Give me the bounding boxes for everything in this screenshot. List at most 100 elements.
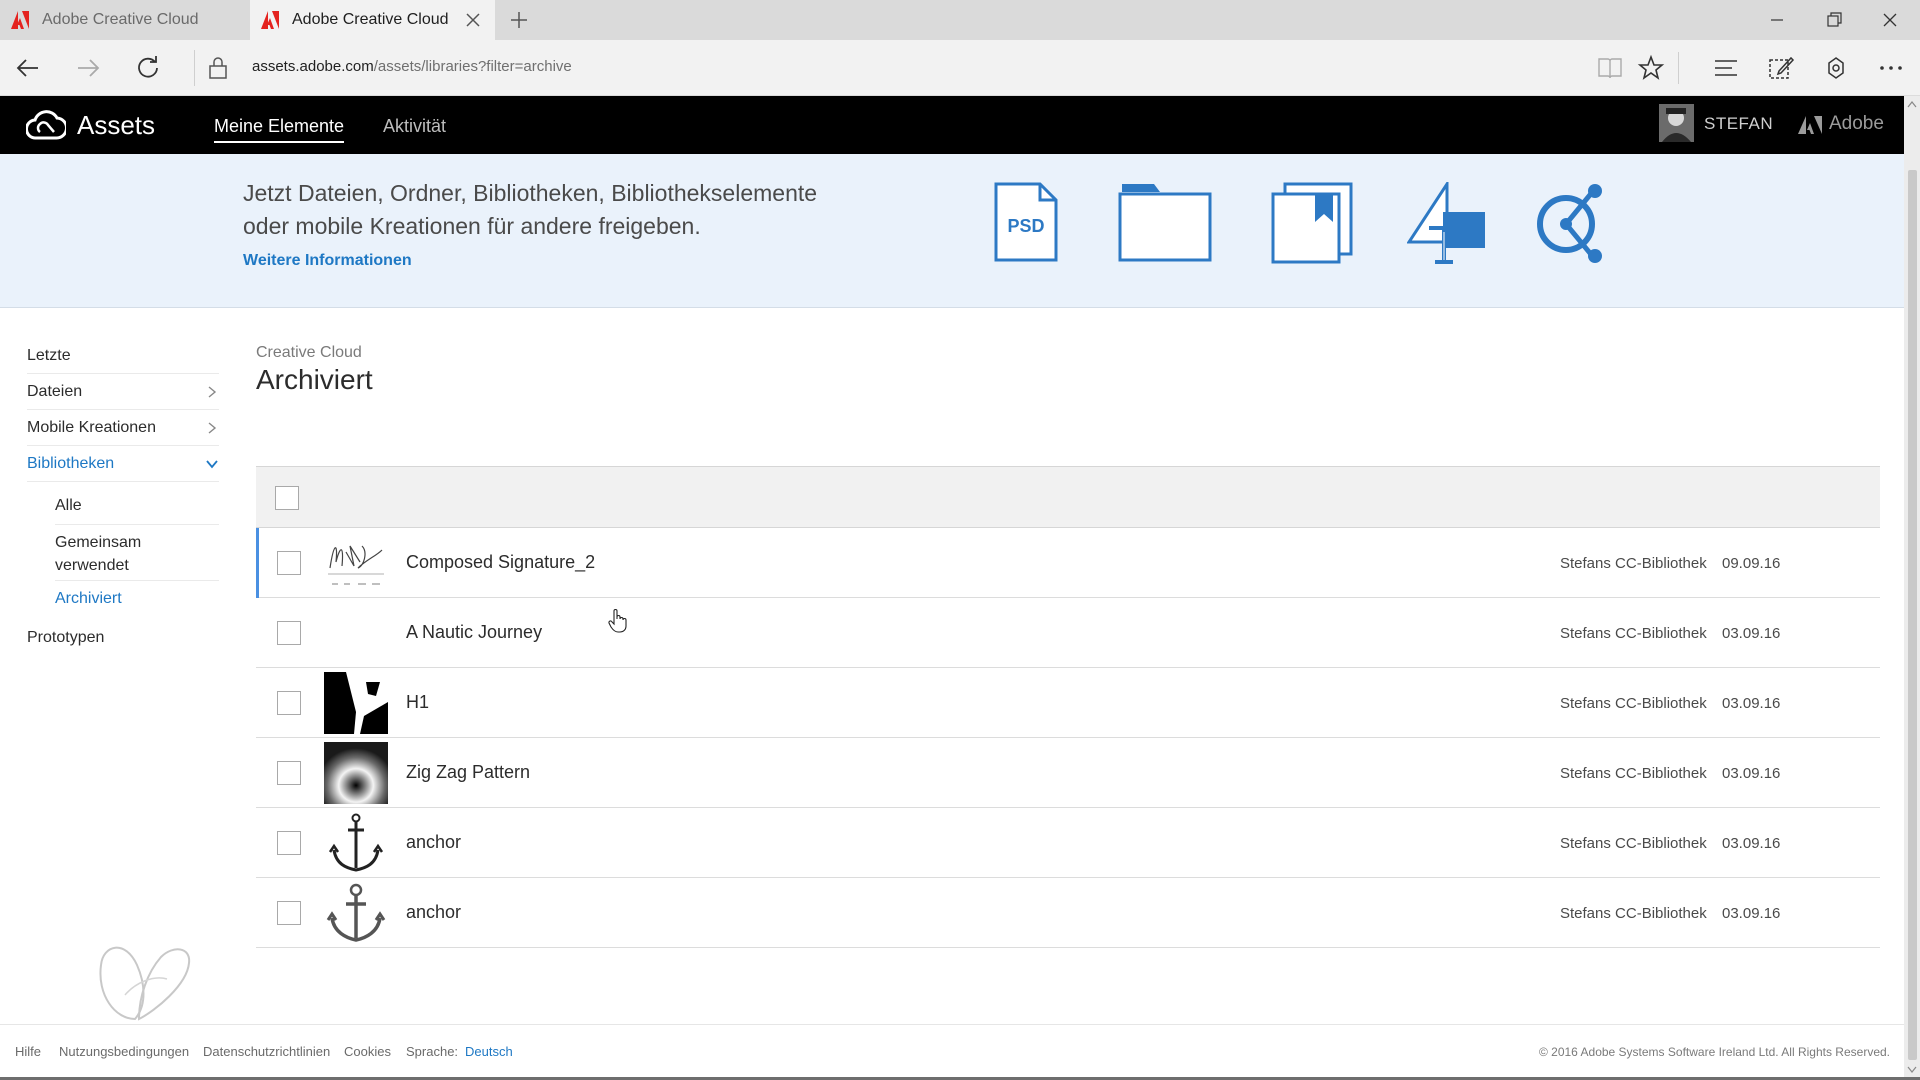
window-close-icon[interactable] <box>1878 8 1902 32</box>
nav-aktivitat[interactable]: Aktivität <box>383 116 446 137</box>
close-icon[interactable] <box>463 10 483 30</box>
footer-link-hilfe[interactable]: Hilfe <box>15 1044 41 1059</box>
row-library: Stefans CC-Bibliothek <box>1560 835 1707 852</box>
butterfly-decoration-icon <box>99 946 191 1021</box>
more-info-link[interactable]: Weitere Informationen <box>243 252 412 270</box>
url-field[interactable]: assets.adobe.com/assets/libraries?filter… <box>252 58 572 75</box>
row-date: 03.09.16 <box>1722 765 1781 782</box>
creative-cloud-logo-icon[interactable] <box>26 108 66 142</box>
table-header <box>256 466 1880 528</box>
table-row[interactable]: A Nautic Journey Stefans CC-Bibliothek 0… <box>256 598 1880 668</box>
h1-thumbnail <box>324 672 388 734</box>
nav-meine-elemente[interactable]: Meine Elemente <box>214 116 345 143</box>
new-tab-icon[interactable] <box>508 9 530 31</box>
adobe-brand-text: Adobe <box>1829 113 1884 134</box>
minimize-icon[interactable] <box>1765 8 1789 32</box>
row-library: Stefans CC-Bibliothek <box>1560 765 1707 782</box>
language-selector[interactable]: Deutsch <box>465 1044 513 1059</box>
divider <box>1678 52 1679 84</box>
url-path: /assets/libraries?filter=archive <box>373 58 572 75</box>
language-label: Sprache: <box>406 1044 459 1059</box>
sidebar-item-label: Letzte <box>27 346 71 364</box>
sidebar-item-dateien[interactable]: Dateien <box>27 374 219 410</box>
promo-text-line1: Jetzt Dateien, Ordner, Bibliotheken, Bib… <box>243 180 818 206</box>
more-icon[interactable] <box>1877 54 1905 82</box>
sidebar-item-label: Dateien <box>27 382 83 400</box>
chevron-down-icon <box>206 460 218 469</box>
sidebar-subitem-gemeinsam-verwendet[interactable]: Gemeinsam verwendet <box>55 531 219 581</box>
row-checkbox[interactable] <box>277 621 301 645</box>
adobe-logo-icon <box>11 11 29 29</box>
anchor-icon <box>324 882 388 944</box>
refresh-icon[interactable] <box>134 54 162 82</box>
lock-icon[interactable] <box>207 56 229 80</box>
browser-tab[interactable]: Adobe Creative Cloud <box>0 0 250 40</box>
app-title[interactable]: Assets <box>77 110 155 141</box>
sidebar-subitem-alle[interactable]: Alle <box>55 489 219 525</box>
footer-link-nutzungsbedingungen[interactable]: Nutzungsbedingungen <box>59 1044 189 1059</box>
sidebar-item-label: Mobile Kreationen <box>27 418 156 436</box>
row-date: 09.09.16 <box>1722 555 1781 572</box>
row-name[interactable]: Composed Signature_2 <box>406 552 595 573</box>
back-arrow-icon[interactable] <box>14 54 42 82</box>
hand-cursor-icon <box>608 609 627 633</box>
psd-file-icon: PSD <box>994 182 1058 262</box>
footer-link-datenschutz[interactable]: Datenschutzrichtlinien <box>203 1044 330 1059</box>
web-note-icon[interactable] <box>1767 54 1795 82</box>
row-library: Stefans CC-Bibliothek <box>1560 625 1707 642</box>
row-name[interactable]: A Nautic Journey <box>406 622 542 643</box>
row-library: Stefans CC-Bibliothek <box>1560 905 1707 922</box>
row-library: Stefans CC-Bibliothek <box>1560 555 1707 572</box>
sidebar-item-prototypen[interactable]: Prototypen <box>27 620 219 656</box>
row-name[interactable]: Zig Zag Pattern <box>406 762 530 783</box>
chevron-right-icon <box>208 422 217 434</box>
copyright-text: © 2016 Adobe Systems Software Ireland Lt… <box>1538 1045 1890 1059</box>
footer-link-cookies[interactable]: Cookies <box>344 1044 391 1059</box>
row-date: 03.09.16 <box>1722 905 1781 922</box>
row-library: Stefans CC-Bibliothek <box>1560 695 1707 712</box>
table-row[interactable]: anchor Stefans CC-Bibliothek 03.09.16 <box>256 878 1880 948</box>
library-element-icon <box>1407 182 1485 264</box>
user-avatar-icon <box>1659 104 1694 142</box>
select-all-checkbox[interactable] <box>275 486 299 510</box>
scroll-up-icon[interactable] <box>1907 100 1917 108</box>
browser-tab-active[interactable]: Adobe Creative Cloud <box>250 0 495 40</box>
signature-thumbnail <box>324 532 388 594</box>
divider <box>194 50 195 86</box>
restore-icon[interactable] <box>1822 8 1846 32</box>
sidebar-item-letzte[interactable]: Letzte <box>27 338 219 374</box>
favorite-star-icon[interactable] <box>1637 54 1665 82</box>
table-row[interactable]: Composed Signature_2 Stefans CC-Biblioth… <box>256 528 1880 598</box>
url-host: assets.adobe.com <box>252 58 374 75</box>
library-icon <box>1271 182 1353 264</box>
forward-arrow-icon[interactable] <box>74 54 102 82</box>
row-checkbox[interactable] <box>277 551 301 575</box>
row-checkbox[interactable] <box>277 761 301 785</box>
table-row[interactable]: H1 Stefans CC-Bibliothek 03.09.16 <box>256 668 1880 738</box>
row-name[interactable]: anchor <box>406 902 461 923</box>
row-checkbox[interactable] <box>277 901 301 925</box>
folder-icon <box>1118 184 1212 262</box>
browser-address-bar: assets.adobe.com/assets/libraries?filter… <box>0 40 1920 96</box>
row-name[interactable]: anchor <box>406 832 461 853</box>
table-row[interactable]: Zig Zag Pattern Stefans CC-Bibliothek 03… <box>256 738 1880 808</box>
sidebar-subitem-archiviert[interactable]: Archiviert <box>55 590 219 620</box>
row-checkbox[interactable] <box>277 831 301 855</box>
scrollbar-thumb[interactable] <box>1908 170 1917 1060</box>
adobe-logo-icon <box>261 11 279 29</box>
share-icon[interactable] <box>1822 54 1850 82</box>
tab-title: Adobe Creative Cloud <box>292 11 449 28</box>
breadcrumb[interactable]: Creative Cloud <box>256 344 362 362</box>
scroll-down-icon[interactable] <box>1907 1066 1917 1074</box>
sidebar-item-mobile-kreationen[interactable]: Mobile Kreationen <box>27 410 219 446</box>
row-name[interactable]: H1 <box>406 692 429 713</box>
row-date: 03.09.16 <box>1722 835 1781 852</box>
row-checkbox[interactable] <box>277 691 301 715</box>
user-name[interactable]: STEFAN <box>1704 114 1773 134</box>
table-row[interactable]: anchor Stefans CC-Bibliothek 03.09.16 <box>256 808 1880 878</box>
page-scrollbar[interactable] <box>1904 96 1920 1080</box>
avatar[interactable] <box>1659 104 1694 142</box>
hub-icon[interactable] <box>1712 54 1740 82</box>
reading-view-icon[interactable] <box>1596 54 1624 82</box>
sidebar-item-bibliotheken[interactable]: Bibliotheken <box>27 446 219 482</box>
